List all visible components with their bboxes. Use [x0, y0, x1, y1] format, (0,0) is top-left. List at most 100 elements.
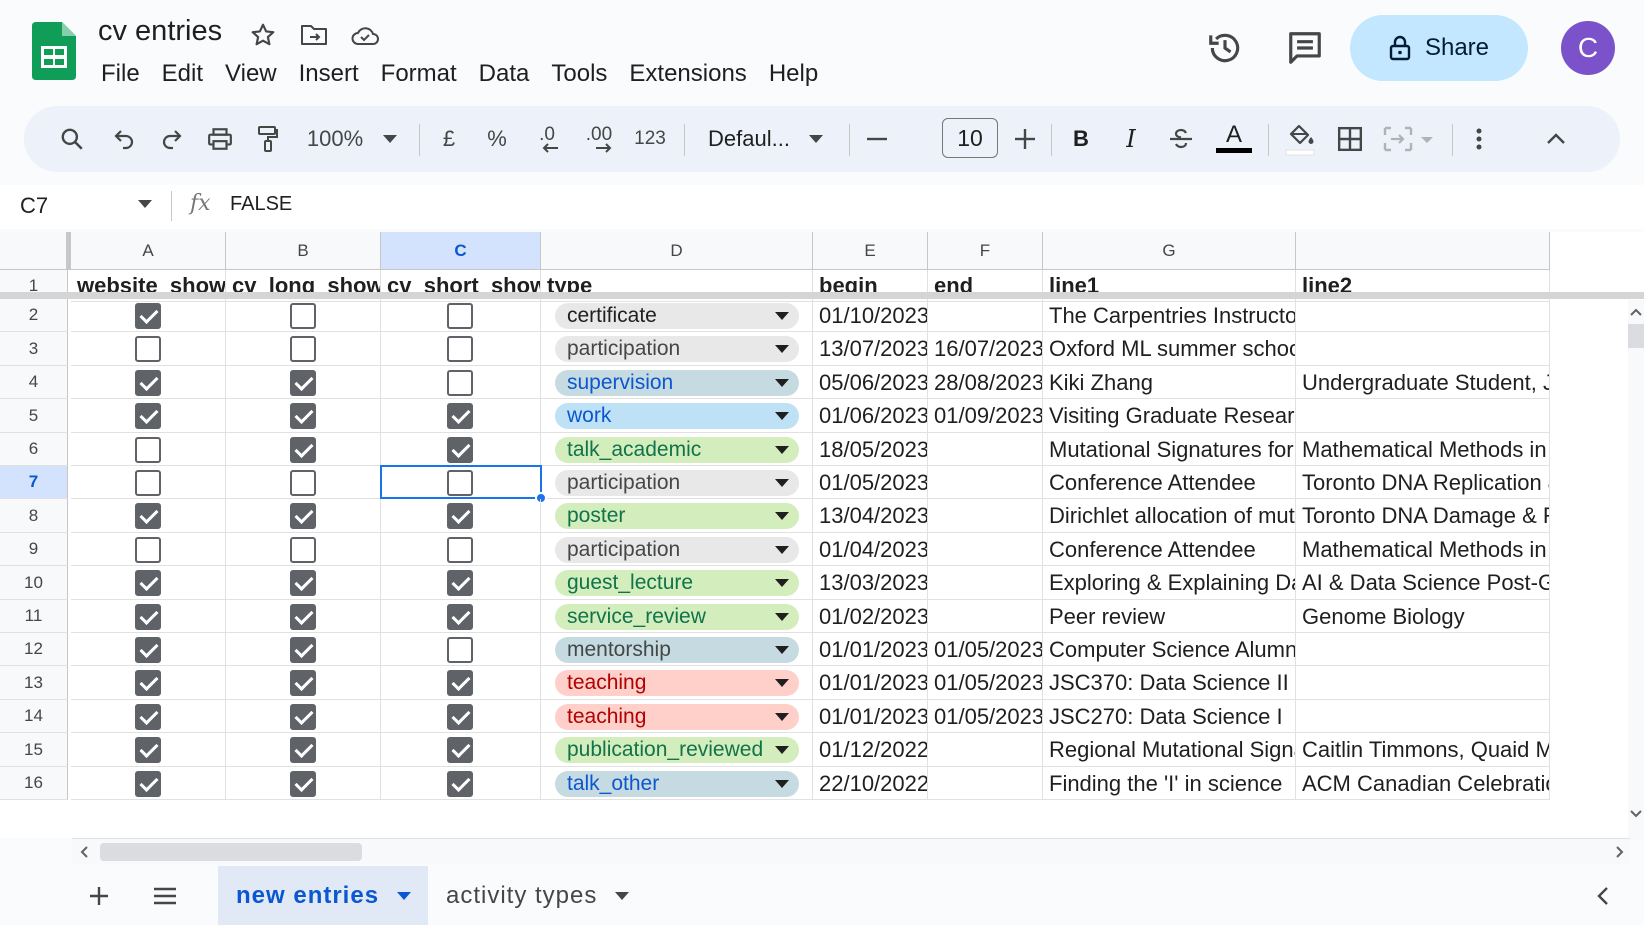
- line2-cell[interactable]: Undergraduate Student, Joh: [1296, 366, 1550, 399]
- checkbox-unchecked[interactable]: [134, 336, 161, 362]
- type-cell[interactable]: participation: [541, 332, 813, 366]
- type-cell[interactable]: poster: [541, 499, 813, 533]
- row-header-12[interactable]: 12: [0, 633, 68, 666]
- add-sheet-icon[interactable]: [84, 866, 114, 925]
- type-cell[interactable]: mentorship: [541, 633, 813, 666]
- row-header-8[interactable]: 8: [0, 499, 68, 533]
- checkbox-cell[interactable]: [226, 433, 381, 466]
- begin-cell[interactable]: 05/06/2023: [813, 366, 928, 399]
- currency-format-button[interactable]: £: [434, 106, 464, 172]
- undo-icon[interactable]: [104, 106, 144, 172]
- explore-collapse-icon[interactable]: [1588, 866, 1618, 925]
- line2-cell[interactable]: Genome Biology: [1296, 600, 1550, 633]
- checkbox-checked[interactable]: [447, 770, 473, 797]
- vertical-scroll-thumb[interactable]: [1628, 324, 1644, 348]
- checkbox-cell[interactable]: [226, 299, 381, 332]
- checkbox-unchecked[interactable]: [447, 302, 473, 329]
- type-dropdown-chip[interactable]: poster: [555, 503, 799, 529]
- checkbox-checked[interactable]: [289, 737, 316, 763]
- checkbox-cell[interactable]: [71, 767, 226, 800]
- comments-icon[interactable]: [1283, 26, 1327, 70]
- checkbox-cell[interactable]: [381, 566, 541, 600]
- line2-cell[interactable]: AI & Data Science Post-Gr: [1296, 566, 1550, 600]
- row-header-16[interactable]: 16: [0, 767, 68, 800]
- end-cell[interactable]: [928, 433, 1043, 466]
- checkbox-cell[interactable]: [381, 633, 541, 666]
- end-cell[interactable]: [928, 533, 1043, 566]
- checkbox-checked[interactable]: [289, 603, 316, 630]
- column-header-g[interactable]: G: [1043, 232, 1296, 270]
- type-dropdown-chip[interactable]: supervision: [555, 369, 799, 396]
- zoom-select[interactable]: 100%: [300, 106, 370, 172]
- checkbox-checked[interactable]: [289, 503, 316, 529]
- checkbox-checked[interactable]: [134, 636, 161, 663]
- checkbox-cell[interactable]: [226, 332, 381, 366]
- menu-file[interactable]: File: [90, 58, 151, 90]
- type-dropdown-chip[interactable]: publication_reviewed: [555, 737, 799, 763]
- begin-cell[interactable]: 18/05/2023: [813, 433, 928, 466]
- percent-format-button[interactable]: %: [482, 106, 512, 172]
- sheets-logo-icon[interactable]: [32, 22, 76, 80]
- type-cell[interactable]: participation: [541, 466, 813, 499]
- checkbox-unchecked[interactable]: [289, 469, 316, 496]
- checkbox-cell[interactable]: [226, 566, 381, 600]
- menu-tools[interactable]: Tools: [540, 58, 618, 90]
- line1-cell[interactable]: JSC370: Data Science II: [1043, 666, 1296, 700]
- row-header-10[interactable]: 10: [0, 566, 68, 600]
- fill-color-icon[interactable]: [1280, 106, 1320, 172]
- checkbox-cell[interactable]: [381, 499, 541, 533]
- begin-cell[interactable]: 01/10/2023: [813, 299, 928, 332]
- checkbox-checked[interactable]: [447, 737, 473, 763]
- end-cell[interactable]: 01/09/2023: [928, 399, 1043, 433]
- type-cell[interactable]: guest_lecture: [541, 566, 813, 600]
- type-dropdown-chip[interactable]: certificate: [555, 302, 799, 329]
- checkbox-checked[interactable]: [289, 670, 316, 696]
- end-cell[interactable]: [928, 600, 1043, 633]
- checkbox-checked[interactable]: [134, 403, 161, 429]
- checkbox-cell[interactable]: [226, 700, 381, 733]
- line1-cell[interactable]: Dirichlet allocation of mutat: [1043, 499, 1296, 533]
- begin-cell[interactable]: 13/07/2023: [813, 332, 928, 366]
- decrease-decimal-button[interactable]: .0: [524, 106, 570, 172]
- end-cell[interactable]: 01/05/2023: [928, 633, 1043, 666]
- begin-cell[interactable]: 13/04/2023: [813, 499, 928, 533]
- chip-dropdown-icon[interactable]: [775, 545, 789, 554]
- line2-cell[interactable]: Mathematical Methods in C: [1296, 433, 1550, 466]
- checkbox-cell[interactable]: [71, 332, 226, 366]
- type-dropdown-chip[interactable]: participation: [555, 336, 799, 362]
- checkbox-cell[interactable]: [226, 733, 381, 767]
- borders-icon[interactable]: [1330, 106, 1370, 172]
- scroll-left-icon[interactable]: [76, 844, 92, 860]
- line2-cell[interactable]: [1296, 666, 1550, 700]
- checkbox-unchecked[interactable]: [447, 636, 473, 663]
- type-dropdown-chip[interactable]: mentorship: [555, 636, 799, 663]
- type-dropdown-chip[interactable]: talk_other: [555, 770, 799, 797]
- type-dropdown-chip[interactable]: teaching: [555, 703, 799, 730]
- chip-dropdown-icon[interactable]: [775, 612, 789, 621]
- checkbox-unchecked[interactable]: [447, 336, 473, 362]
- checkbox-cell[interactable]: [381, 332, 541, 366]
- begin-cell[interactable]: 01/06/2023: [813, 399, 928, 433]
- checkbox-cell[interactable]: [71, 299, 226, 332]
- end-cell[interactable]: [928, 499, 1043, 533]
- line2-cell[interactable]: Toronto DNA Replication &: [1296, 466, 1550, 499]
- type-cell[interactable]: certificate: [541, 299, 813, 332]
- checkbox-checked[interactable]: [134, 703, 161, 730]
- row-header-9[interactable]: 9: [0, 533, 68, 566]
- move-folder-icon[interactable]: [299, 20, 329, 50]
- sheet-tab-new-entries[interactable]: new entries: [218, 866, 428, 925]
- checkbox-cell[interactable]: [381, 767, 541, 800]
- checkbox-cell[interactable]: [226, 466, 381, 499]
- line2-cell[interactable]: [1296, 299, 1550, 332]
- line1-cell[interactable]: Mutational Signatures for D: [1043, 433, 1296, 466]
- type-cell[interactable]: participation: [541, 533, 813, 566]
- line2-cell[interactable]: Mathematical Methods in C: [1296, 533, 1550, 566]
- vertical-scrollbar[interactable]: [1628, 300, 1644, 840]
- print-icon[interactable]: [200, 106, 240, 172]
- begin-cell[interactable]: 01/12/2022: [813, 733, 928, 767]
- begin-cell[interactable]: 01/05/2023: [813, 466, 928, 499]
- redo-icon[interactable]: [152, 106, 192, 172]
- checkbox-checked[interactable]: [447, 503, 473, 529]
- begin-cell[interactable]: 13/03/2023: [813, 566, 928, 600]
- begin-cell[interactable]: 01/04/2023: [813, 533, 928, 566]
